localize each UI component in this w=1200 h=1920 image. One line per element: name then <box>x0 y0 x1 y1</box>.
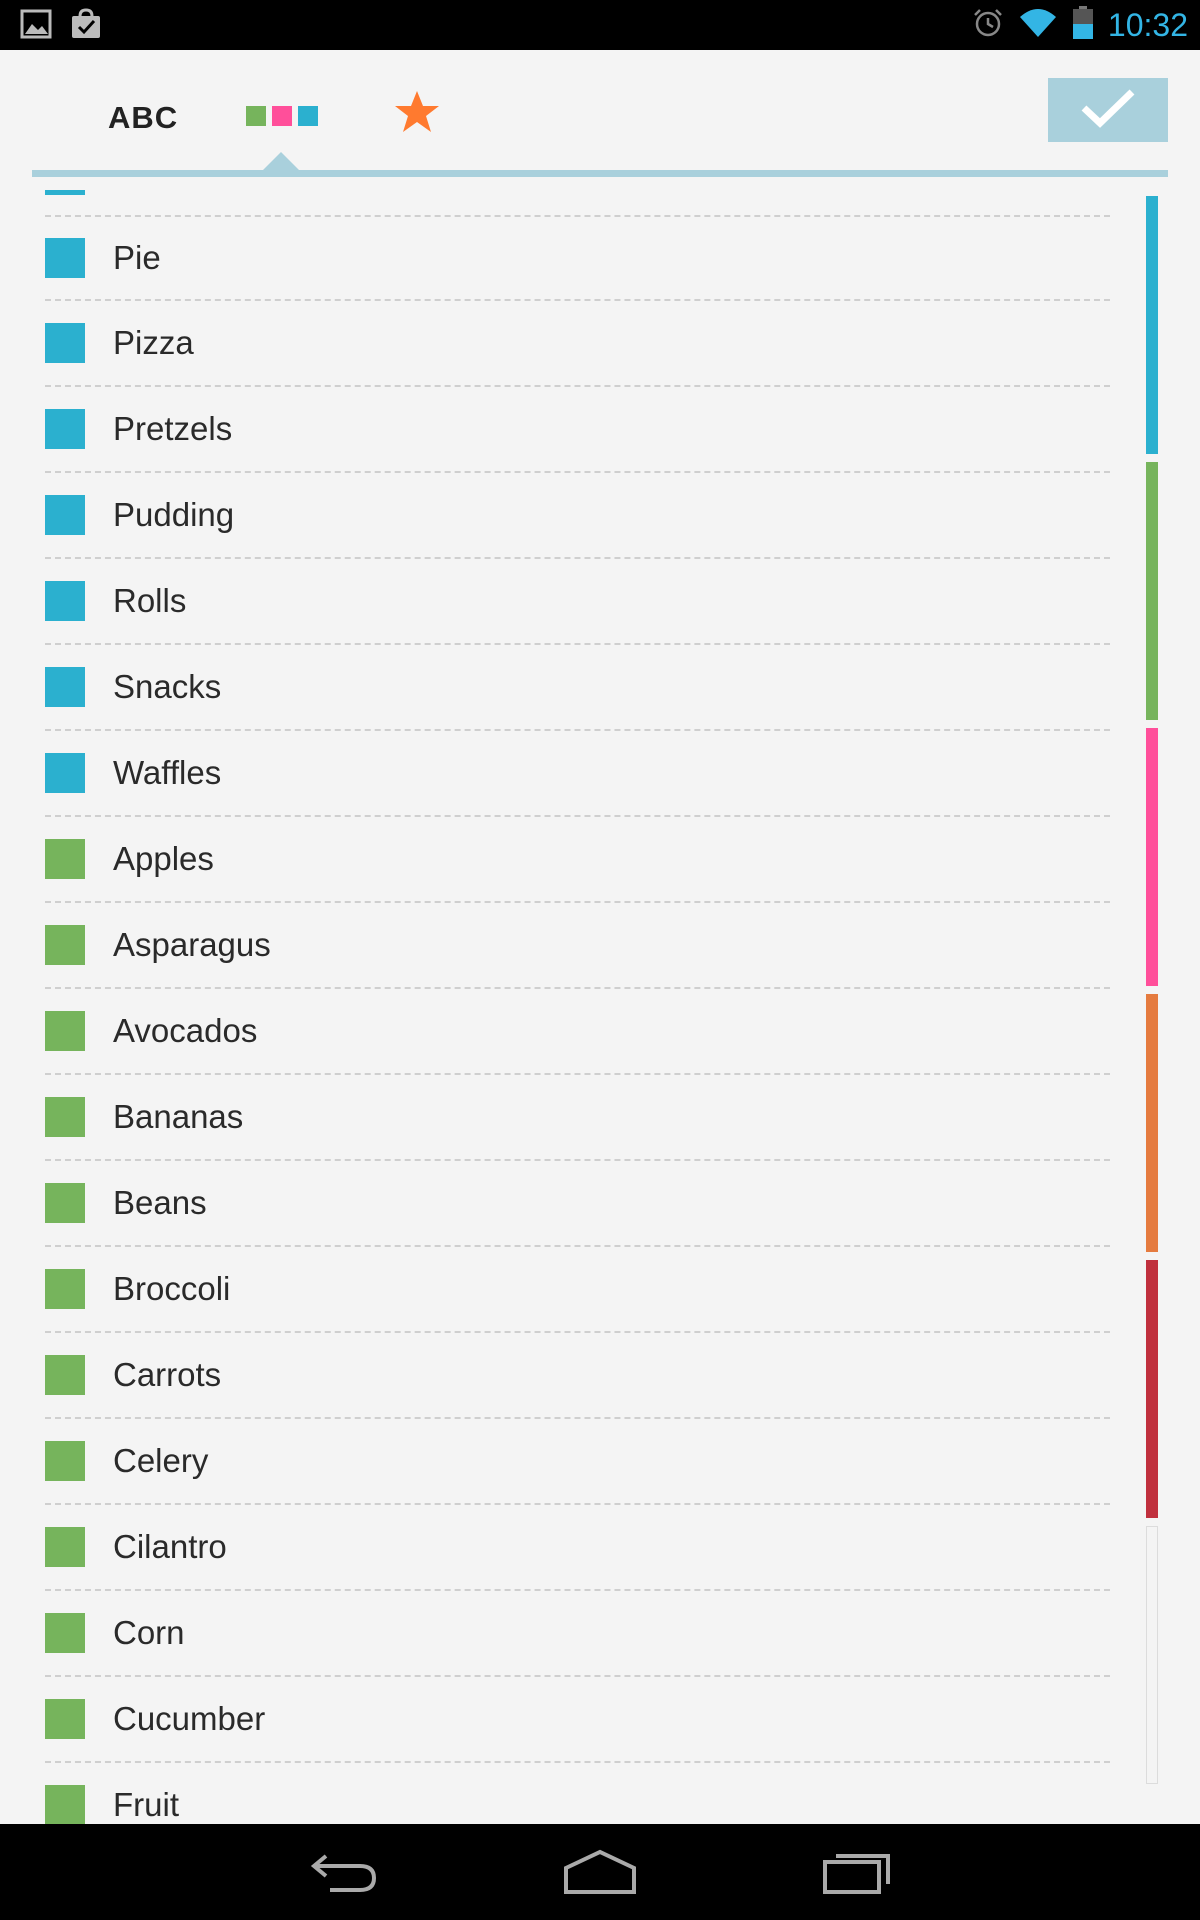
list-item-label: Carrots <box>113 1356 222 1393</box>
recent-apps-button[interactable] <box>822 1848 892 1901</box>
category-color-swatch <box>45 839 85 879</box>
category-color-swatch <box>45 495 85 535</box>
list-item[interactable]: Corn <box>45 1591 1110 1677</box>
status-bar: 10:32 <box>0 0 1200 50</box>
back-icon <box>308 1854 378 1900</box>
checkmark-icon <box>1080 88 1136 133</box>
item-list: Pie Pizza Pretzels Pudding Rolls Snacks Waffle… <box>45 215 1110 1824</box>
list-item-label: Cilantro <box>113 1528 227 1565</box>
list-item-label: Apples <box>113 840 214 877</box>
scroll-index-segment[interactable] <box>1146 994 1158 1252</box>
category-color-swatch <box>45 1183 85 1223</box>
item-list-scroll[interactable]: Pie Pizza Pretzels Pudding Rolls Snacks Waffle… <box>0 180 1200 1824</box>
done-button[interactable] <box>1048 78 1168 142</box>
list-item-label: Broccoli <box>113 1270 231 1307</box>
list-item-label: Beans <box>113 1184 207 1221</box>
navigation-bar <box>0 1824 1200 1920</box>
list-item[interactable]: Carrots <box>45 1333 1110 1419</box>
toolbar: ABC <box>0 50 1200 180</box>
tab-favorites[interactable] <box>394 90 440 139</box>
category-color-swatch <box>45 1097 85 1137</box>
category-color-swatch <box>45 1699 85 1739</box>
list-item-label: Asparagus <box>113 926 271 963</box>
back-button[interactable] <box>308 1848 378 1901</box>
home-button[interactable] <box>562 1848 638 1901</box>
list-item[interactable]: Pizza <box>45 301 1110 387</box>
category-color-swatch <box>45 1613 85 1653</box>
wifi-icon <box>1018 7 1058 44</box>
category-color-swatch <box>45 667 85 707</box>
partial-row-swatch <box>45 190 85 195</box>
category-color-swatch <box>45 1355 85 1395</box>
list-item[interactable]: Celery <box>45 1419 1110 1505</box>
scroll-index-segment[interactable] <box>1146 1526 1158 1784</box>
category-color-swatch <box>45 409 85 449</box>
list-item[interactable]: Avocados <box>45 989 1110 1075</box>
category-color-swatch <box>45 1269 85 1309</box>
category-color-swatch <box>45 753 85 793</box>
tab-by-color[interactable] <box>246 106 318 126</box>
scroll-index-segment[interactable] <box>1146 1260 1158 1518</box>
gallery-icon <box>20 8 52 45</box>
list-item-label: Avocados <box>113 1012 258 1049</box>
list-item-label: Fruit <box>113 1786 179 1823</box>
list-item-label: Pizza <box>113 324 194 361</box>
tab-alphabetical[interactable]: ABC <box>108 100 178 136</box>
list-item-label: Pie <box>113 239 161 276</box>
list-item-label: Snacks <box>113 668 222 705</box>
color-square-green <box>246 106 266 126</box>
category-color-swatch <box>45 925 85 965</box>
tab-underline <box>32 170 1168 177</box>
list-item[interactable]: Waffles <box>45 731 1110 817</box>
list-item-label: Bananas <box>113 1098 244 1135</box>
category-color-swatch <box>45 581 85 621</box>
list-item[interactable]: Apples <box>45 817 1110 903</box>
list-item-label: Corn <box>113 1614 185 1651</box>
list-item-label: Celery <box>113 1442 209 1479</box>
color-scroll-index[interactable] <box>1146 196 1158 1784</box>
color-square-blue <box>298 106 318 126</box>
list-item[interactable]: Pie <box>45 215 1110 301</box>
list-item[interactable]: Broccoli <box>45 1247 1110 1333</box>
scroll-index-segment[interactable] <box>1146 196 1158 454</box>
scroll-index-segment[interactable] <box>1146 462 1158 720</box>
list-item-label: Pretzels <box>113 410 233 447</box>
alarm-icon <box>972 7 1004 44</box>
list-item[interactable]: Rolls <box>45 559 1110 645</box>
category-color-swatch <box>45 1441 85 1481</box>
list-item[interactable]: Asparagus <box>45 903 1110 989</box>
list-item[interactable]: Bananas <box>45 1075 1110 1161</box>
list-item-label: Pudding <box>113 496 235 533</box>
scroll-index-segment[interactable] <box>1146 728 1158 986</box>
battery-icon <box>1072 5 1094 45</box>
list-item-label: Cucumber <box>113 1700 266 1737</box>
category-color-swatch <box>45 238 85 278</box>
list-item-label: Waffles <box>113 754 222 791</box>
shopping-bag-check-icon <box>70 8 102 45</box>
list-item[interactable]: Pudding <box>45 473 1110 559</box>
list-item[interactable]: Cilantro <box>45 1505 1110 1591</box>
recent-apps-icon <box>822 1854 892 1900</box>
star-icon <box>394 91 440 138</box>
list-item[interactable]: Snacks <box>45 645 1110 731</box>
list-item[interactable]: Pretzels <box>45 387 1110 473</box>
category-color-swatch <box>45 1011 85 1051</box>
clock: 10:32 <box>1107 6 1188 43</box>
list-item-label: Rolls <box>113 582 187 619</box>
list-item[interactable]: Fruit <box>45 1763 1110 1824</box>
list-item[interactable]: Cucumber <box>45 1677 1110 1763</box>
list-item[interactable]: Beans <box>45 1161 1110 1247</box>
home-icon <box>562 1849 638 1900</box>
selected-tab-indicator <box>262 152 300 171</box>
category-color-swatch <box>45 1527 85 1567</box>
category-color-swatch <box>45 323 85 363</box>
color-square-pink <box>272 106 292 126</box>
category-color-swatch <box>45 1785 85 1824</box>
